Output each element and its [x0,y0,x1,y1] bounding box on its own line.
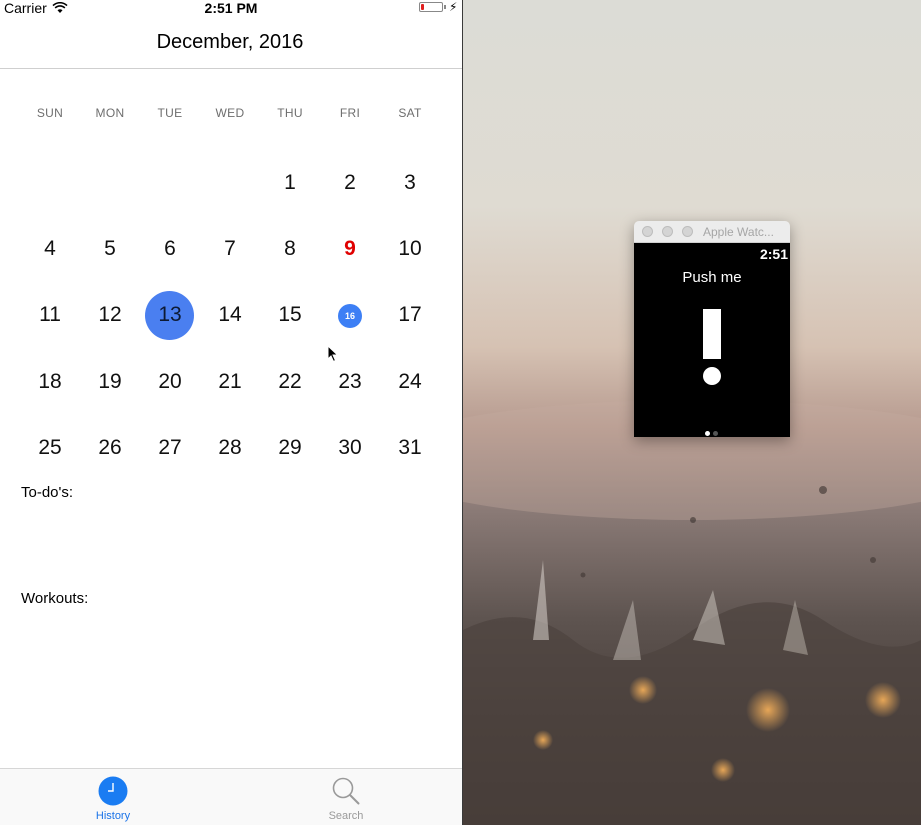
calendar-day[interactable]: 20 [140,370,200,394]
calendar-day[interactable]: 12 [80,303,140,327]
calendar-day-selected[interactable]: 13 [140,303,200,327]
calendar-day[interactable]: 22 [260,370,320,394]
calendar-day[interactable]: 14 [200,303,260,327]
calendar-day[interactable]: 21 [200,370,260,394]
calendar-day[interactable]: 3 [380,171,440,195]
battery-icon [419,2,443,12]
calendar-day[interactable]: 1 [260,171,320,195]
zoom-window-button[interactable] [682,226,693,237]
apple-watch-simulator-window[interactable]: Apple Watc... 2:51 Push me [634,221,790,437]
tab-bar: History Search [0,768,462,825]
weekday-mon: MON [95,106,125,120]
calendar-day[interactable]: 10 [380,237,440,261]
calendar-day[interactable]: 31 [380,436,440,460]
page-dot [713,431,718,436]
exclamation-icon-bar[interactable] [703,309,721,359]
weekday-wed: WED [215,106,245,120]
battery-tip [444,5,446,9]
calendar-day[interactable]: 27 [140,436,200,460]
search-icon [331,776,361,806]
exclamation-icon-dot[interactable] [703,367,721,385]
watch-push-me-label: Push me [682,269,742,286]
charging-bolt-icon: ⚡︎ [449,0,458,14]
calendar-day[interactable]: 15 [260,303,320,327]
calendar-day[interactable]: 17 [380,303,440,327]
status-time: 2:51 PM [204,0,258,16]
weekday-sat: SAT [398,106,422,120]
tab-history-label: History [95,810,131,822]
calendar-day[interactable]: 19 [80,370,140,394]
minimize-window-button[interactable] [662,226,673,237]
close-window-button[interactable] [642,226,653,237]
header-divider [0,68,462,69]
iphone-simulator-screen: Carrier 2:51 PM ⚡︎ December, 2016 SUN MO… [0,0,462,825]
calendar-day[interactable]: 11 [20,303,80,327]
calendar-day[interactable]: 23 [320,370,380,394]
calendar-day[interactable]: 8 [260,237,320,261]
weekday-thu: THU [277,106,303,120]
clock-icon [98,776,128,806]
tab-history[interactable]: History [53,769,173,825]
calendar-day-highlighted[interactable]: 9 [320,237,380,261]
calendar-day[interactable]: 5 [80,237,140,261]
mouse-cursor-icon [327,344,339,368]
calendar-day-today[interactable]: 16 [338,304,362,328]
weekday-sun: SUN [36,106,64,120]
watch-window-title: Apple Watc... [703,225,774,239]
weekday-fri: FRI [339,106,361,120]
todos-section-label: To-do's: [21,484,74,501]
tab-search[interactable]: Search [286,769,406,825]
calendar-day[interactable]: 28 [200,436,260,460]
status-bar: Carrier 2:51 PM ⚡︎ [0,0,462,18]
calendar-day[interactable]: 18 [20,370,80,394]
battery-level-fill [421,4,424,10]
watch-screen[interactable]: 2:51 Push me [634,243,790,437]
calendar-day[interactable]: 7 [200,237,260,261]
calendar-day[interactable]: 29 [260,436,320,460]
calendar-day[interactable]: 30 [320,436,380,460]
calendar-day[interactable]: 24 [380,370,440,394]
calendar-day[interactable]: 26 [80,436,140,460]
page-dot [705,431,710,436]
calendar-day[interactable]: 4 [20,237,80,261]
weekday-tue: TUE [157,106,183,120]
calendar-day[interactable]: 6 [140,237,200,261]
watch-time: 2:51 [759,246,788,262]
month-title: December, 2016 [156,31,304,53]
calendar-day[interactable]: 25 [20,436,80,460]
calendar-day[interactable]: 2 [320,171,380,195]
tab-search-label: Search [328,810,364,822]
workouts-section-label: Workouts: [21,590,89,607]
watch-window-titlebar[interactable]: Apple Watc... [634,221,790,243]
